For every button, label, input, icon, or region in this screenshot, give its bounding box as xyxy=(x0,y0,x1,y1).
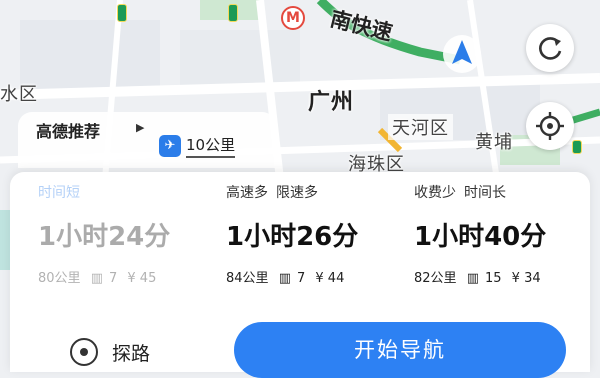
plane-icon: ✈ xyxy=(159,135,181,157)
route-option[interactable]: 时间短 1小时24分 80公里 ▥ 7 ¥ 45 xyxy=(38,182,228,302)
route-meta: 82公里 ▥ 15 ¥ 34 xyxy=(414,267,600,286)
chevron-right-icon[interactable]: ▶ xyxy=(136,121,144,134)
route-option[interactable]: 高速多 限速多 1小时26分 84公里 ▥ 7 ¥ 44 xyxy=(226,182,416,302)
traffic-light-icon: ▥ xyxy=(466,271,479,286)
traffic-light-count: 7 xyxy=(296,271,306,286)
route-cost: ¥ 44 xyxy=(315,271,345,286)
refresh-icon xyxy=(539,37,562,60)
traffic-light-count: 15 xyxy=(484,271,502,286)
explore-button[interactable]: 探路 xyxy=(70,334,150,370)
route-tags: 高速多 限速多 xyxy=(226,182,416,202)
route-tag: 时间长 xyxy=(464,185,506,201)
explore-icon xyxy=(70,338,98,366)
refresh-button[interactable] xyxy=(526,24,574,72)
traffic-light-count: 7 xyxy=(108,271,118,286)
route-tag: 限速多 xyxy=(276,185,318,201)
route-distance: 84公里 xyxy=(226,271,269,286)
start-navigation-button[interactable]: 开始导航 xyxy=(234,322,566,378)
traffic-light-icon: ▥ xyxy=(90,271,103,286)
explore-label: 探路 xyxy=(112,342,151,365)
route-duration: 1小时24分 xyxy=(38,222,171,252)
route-cost: ¥ 34 xyxy=(511,271,541,286)
route-options-sheet: 时间短 1小时24分 80公里 ▥ 7 ¥ 45 高速多 限速多 1小时26分 84… xyxy=(10,172,590,378)
route-duration: 1小时26分 xyxy=(226,222,359,252)
route-tag: 收费少 xyxy=(414,185,456,201)
route-tag: 时间短 xyxy=(38,185,80,201)
district-label: 水区 xyxy=(0,84,38,105)
route-tags: 收费少 时间长 xyxy=(414,182,600,202)
route-duration: 1小时40分 xyxy=(414,222,547,252)
route-header: 高德推荐 ▶ ✈ 10公里 xyxy=(18,112,276,168)
city-label: 广州 xyxy=(308,90,355,115)
route-tag: 高速多 xyxy=(226,185,268,201)
route-cost: ¥ 45 xyxy=(127,271,157,286)
road-badge xyxy=(117,4,127,22)
recommend-label[interactable]: 高德推荐 xyxy=(36,118,100,142)
compass-arrow-icon xyxy=(443,35,481,73)
route-distance: 10公里 xyxy=(186,134,236,158)
route-distance: 82公里 xyxy=(414,271,457,286)
locate-icon xyxy=(536,112,564,140)
metro-icon: M xyxy=(281,6,305,30)
route-option[interactable]: 收费少 时间长 1小时40分 82公里 ▥ 15 ¥ 34 xyxy=(414,182,600,302)
traffic-light-icon: ▥ xyxy=(278,271,291,286)
road-badge xyxy=(228,4,238,22)
route-tags: 时间短 xyxy=(38,182,228,202)
district-label: 天河区 xyxy=(388,114,453,140)
route-meta: 80公里 ▥ 7 ¥ 45 xyxy=(38,267,228,286)
locate-button[interactable] xyxy=(526,102,574,150)
route-meta: 84公里 ▥ 7 ¥ 44 xyxy=(226,267,416,286)
route-distance: 80公里 xyxy=(38,271,81,286)
district-label: 黄埔 xyxy=(475,132,513,153)
